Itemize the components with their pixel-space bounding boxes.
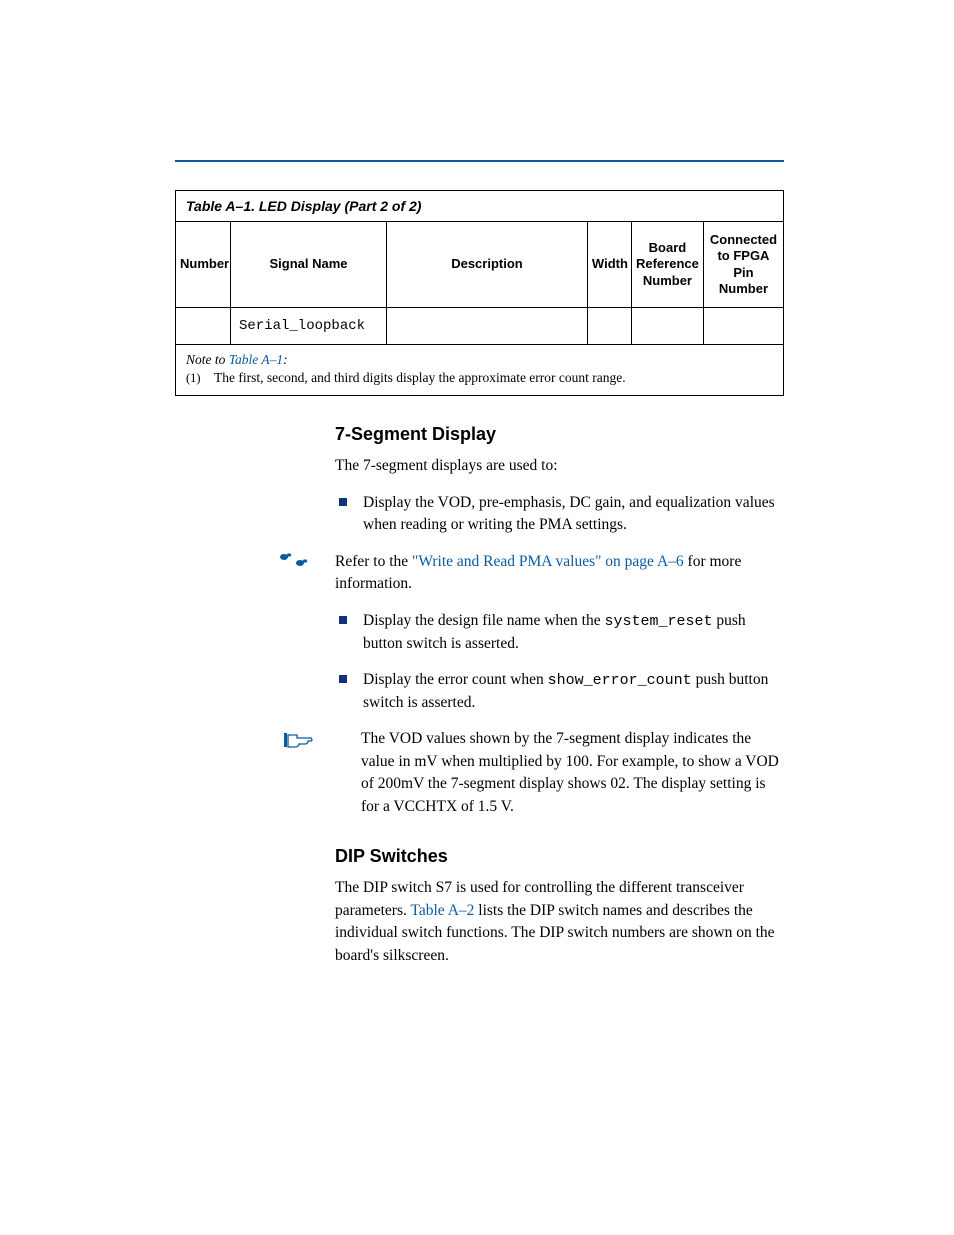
code-system-reset: system_reset xyxy=(604,613,712,630)
footsteps-icon xyxy=(277,551,313,569)
footnote-table-link[interactable]: Table A–1 xyxy=(229,352,283,367)
dip-paragraph: The DIP switch S7 is used for controllin… xyxy=(335,877,784,967)
footnote-prefix: Note to xyxy=(186,352,229,367)
cell-description xyxy=(387,308,588,345)
seg7-bullet-list-2: Display the design file name when the sy… xyxy=(335,610,784,714)
ref-link[interactable]: "Write and Read PMA values" on page A–6 xyxy=(412,553,684,570)
col-header-number: Number xyxy=(176,222,231,308)
table-row: Serial_loopback xyxy=(176,308,784,345)
list-item: Display the error count when show_error_… xyxy=(335,669,784,714)
code-show-error-count: show_error_count xyxy=(548,672,692,689)
col-header-board-ref: Board Reference Number xyxy=(631,222,703,308)
cell-number xyxy=(176,308,231,345)
table-footnote: Note to Table A–1: (1)The first, second,… xyxy=(176,345,784,396)
cell-board-ref xyxy=(631,308,703,345)
bullet-text-a: Display the error count when xyxy=(363,671,548,688)
cell-width xyxy=(587,308,631,345)
ref-pre: Refer to the xyxy=(335,553,412,570)
note-icon-cell xyxy=(175,728,335,755)
bullet-text-a: Display the design file name when the xyxy=(363,612,604,629)
page-content: Table A–1. LED Display (Part 2 of 2) Num… xyxy=(0,0,954,967)
table-a2-link[interactable]: Table A–2 xyxy=(410,902,474,919)
list-item: Display the VOD, pre-emphasis, DC gain, … xyxy=(335,492,784,537)
footnote-suffix: : xyxy=(283,352,288,367)
reference-text: Refer to the "Write and Read PMA values"… xyxy=(335,551,784,596)
table-caption: Table A–1. LED Display (Part 2 of 2) xyxy=(176,191,784,222)
cell-fpga-pin xyxy=(703,308,783,345)
col-header-signal: Signal Name xyxy=(231,222,387,308)
pointing-hand-icon xyxy=(283,730,313,750)
note-row: The VOD values shown by the 7-segment di… xyxy=(175,728,784,818)
reference-icon xyxy=(175,551,335,574)
heading-7-segment: 7-Segment Display xyxy=(335,424,784,445)
header-rule xyxy=(175,160,784,162)
note-text: The VOD values shown by the 7-segment di… xyxy=(335,728,784,818)
col-header-description: Description xyxy=(387,222,588,308)
seg7-bullet-list-1: Display the VOD, pre-emphasis, DC gain, … xyxy=(335,492,784,537)
reference-row: Refer to the "Write and Read PMA values"… xyxy=(175,551,784,596)
heading-dip-switches: DIP Switches xyxy=(335,846,784,867)
list-item: Display the design file name when the sy… xyxy=(335,610,784,655)
footnote-text: The first, second, and third digits disp… xyxy=(214,370,626,385)
cell-signal-name: Serial_loopback xyxy=(231,308,387,345)
col-header-width: Width xyxy=(587,222,631,308)
seg7-intro: The 7-segment displays are used to: xyxy=(335,455,784,477)
col-header-fpga-pin: Connected to FPGA Pin Number xyxy=(703,222,783,308)
footnote-number: (1) xyxy=(186,370,214,387)
table-header-row: Number Signal Name Description Width Boa… xyxy=(176,222,784,308)
table-a1: Table A–1. LED Display (Part 2 of 2) Num… xyxy=(175,190,784,396)
